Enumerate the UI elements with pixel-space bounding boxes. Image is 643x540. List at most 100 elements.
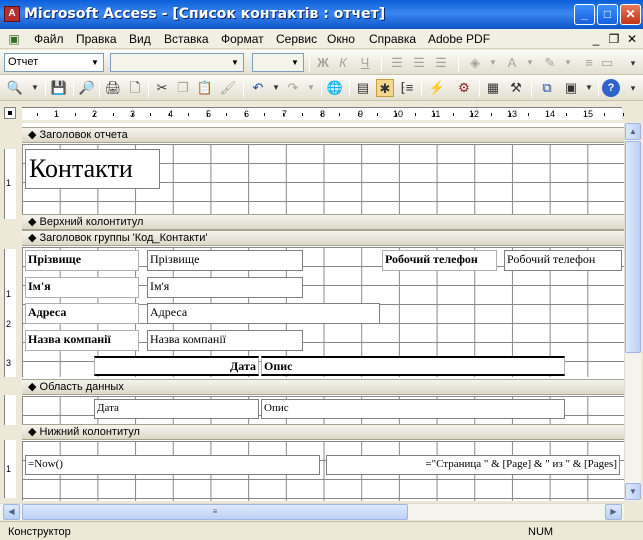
section-page-header[interactable]: ◆ Верхний колонтитул bbox=[22, 214, 624, 230]
chevron-down-icon[interactable]: ▼ bbox=[521, 54, 539, 72]
menu-window[interactable]: Окно bbox=[327, 32, 355, 46]
chevron-down-icon[interactable]: ▼ bbox=[559, 54, 577, 72]
menu-edit[interactable]: Правка bbox=[76, 32, 117, 46]
description-column-label[interactable]: Опис bbox=[261, 356, 565, 376]
chevron-down-icon[interactable]: ▼ bbox=[580, 79, 598, 97]
ruler-track[interactable]: 1 2 3 4 5 6 7 8 9 10 11 12 13 14 15 bbox=[22, 107, 624, 120]
address-field[interactable]: Адреса bbox=[147, 303, 380, 324]
chevron-down-icon[interactable]: ▼ bbox=[267, 79, 285, 97]
format-painter-icon[interactable]: 🖌 bbox=[219, 79, 237, 97]
phone-label[interactable]: Робочий телефон bbox=[382, 250, 497, 271]
scroll-up-icon[interactable]: ▲ bbox=[625, 123, 641, 140]
code-icon[interactable]: ⚙ bbox=[455, 79, 473, 97]
align-center-icon[interactable]: ☰ bbox=[410, 54, 428, 72]
line-color-icon[interactable]: ✎ bbox=[541, 54, 559, 72]
special-effect-icon[interactable]: ▭ bbox=[598, 54, 616, 72]
scroll-right-icon[interactable]: ▶ bbox=[605, 504, 622, 520]
underline-button[interactable]: Ч bbox=[356, 54, 374, 72]
search-icon[interactable]: 🔎 bbox=[78, 79, 96, 97]
toolbox-icon[interactable]: ✱ bbox=[376, 79, 394, 97]
toolbar-options-icon[interactable]: ▾ bbox=[624, 79, 642, 97]
name-field[interactable]: Ім'я bbox=[147, 277, 303, 298]
section-group-header[interactable]: ◆ Заголовок группы 'Код_Контакти' bbox=[22, 230, 624, 246]
autoformat-icon[interactable]: ⚡ bbox=[428, 79, 446, 97]
redo-icon[interactable]: ↷ bbox=[284, 79, 302, 97]
properties-icon[interactable]: ▦ bbox=[484, 79, 502, 97]
vertical-scrollbar[interactable]: ▲ ▼ bbox=[624, 123, 641, 501]
chevron-down-icon[interactable]: ▼ bbox=[88, 55, 102, 70]
new-object-icon[interactable]: ▣ bbox=[562, 79, 580, 97]
object-combo[interactable]: Отчет ▼ bbox=[4, 53, 104, 72]
close-button[interactable]: ✕ bbox=[620, 4, 641, 25]
font-color-icon[interactable]: A bbox=[503, 54, 521, 72]
hyperlink-icon[interactable]: 🌐 bbox=[326, 79, 344, 97]
menu-help[interactable]: Справка bbox=[369, 32, 416, 46]
build-icon[interactable]: ⚒ bbox=[507, 79, 525, 97]
horizontal-scroll-thumb[interactable]: ≡ bbox=[22, 504, 408, 520]
font-size-combo[interactable]: ▼ bbox=[252, 53, 304, 72]
address-label[interactable]: Адреса bbox=[25, 303, 139, 324]
menu-file[interactable]: Файл bbox=[34, 32, 64, 46]
chevron-down-icon[interactable]: ▼ bbox=[302, 79, 320, 97]
page-number-field[interactable]: ="Страница " & [Page] & " из " & [Pages] bbox=[326, 455, 620, 475]
menu-format[interactable]: Формат bbox=[221, 32, 264, 46]
view-icon[interactable]: 🔍 bbox=[6, 79, 24, 97]
section-page-footer[interactable]: ◆ Нижний колонтитул bbox=[22, 424, 624, 440]
chevron-down-icon[interactable]: ▼ bbox=[288, 55, 302, 70]
document-icon[interactable]: ▣ bbox=[6, 31, 22, 47]
fill-color-icon[interactable]: ◈ bbox=[466, 54, 484, 72]
chevron-down-icon[interactable]: ▼ bbox=[484, 54, 502, 72]
chevron-down-icon[interactable]: ▼ bbox=[26, 79, 44, 97]
doc-minimize-button[interactable]: _ bbox=[588, 31, 604, 47]
field-list-icon[interactable]: ▤ bbox=[354, 79, 372, 97]
description-field[interactable]: Опис bbox=[261, 399, 565, 419]
date-field[interactable]: Дата bbox=[94, 399, 259, 419]
database-window-icon[interactable]: ⧉ bbox=[538, 79, 556, 97]
vertical-scroll-thumb[interactable] bbox=[625, 141, 641, 353]
cut-icon[interactable]: ✂ bbox=[153, 79, 171, 97]
align-right-icon[interactable]: ☰ bbox=[432, 54, 450, 72]
sorting-grouping-icon[interactable]: ⁅≡ bbox=[398, 79, 416, 97]
menu-adobe-pdf[interactable]: Adobe PDF bbox=[428, 32, 490, 46]
print-icon[interactable]: 🖨 bbox=[104, 79, 122, 97]
doc-restore-button[interactable]: ❐ bbox=[606, 31, 622, 47]
surname-field[interactable]: Прізвище bbox=[147, 250, 303, 271]
phone-field[interactable]: Робочий телефон bbox=[504, 250, 622, 271]
save-icon[interactable]: 💾 bbox=[50, 79, 68, 97]
section-detail[interactable]: ◆ Область данных bbox=[22, 379, 624, 395]
surname-label[interactable]: Прізвище bbox=[25, 250, 139, 271]
chevron-down-icon[interactable]: ▼ bbox=[228, 55, 242, 70]
date-column-label[interactable]: Дата bbox=[94, 356, 259, 376]
italic-button[interactable]: К bbox=[334, 54, 352, 72]
company-field[interactable]: Назва компанії bbox=[147, 330, 303, 351]
font-combo[interactable]: ▼ bbox=[110, 53, 244, 72]
menu-insert[interactable]: Вставка bbox=[164, 32, 209, 46]
toolbar-options-icon[interactable]: ▾ bbox=[624, 54, 642, 72]
menu-tools[interactable]: Сервис bbox=[276, 32, 317, 46]
paste-icon[interactable]: 📋 bbox=[196, 79, 214, 97]
align-left-icon[interactable]: ☰ bbox=[388, 54, 406, 72]
report-design-surface[interactable]: ◆ Заголовок отчета Контакти ◆ Верхний ко… bbox=[22, 123, 624, 501]
vruler-detail[interactable] bbox=[4, 395, 16, 425]
name-label[interactable]: Ім'я bbox=[25, 277, 139, 298]
line-width-icon[interactable]: ≡ bbox=[580, 54, 598, 72]
menu-view[interactable]: Вид bbox=[129, 32, 151, 46]
bold-button[interactable]: Ж bbox=[314, 54, 332, 72]
horizontal-scrollbar[interactable]: ◀ ≡ ▶ bbox=[0, 503, 624, 520]
now-field[interactable]: =Now() bbox=[25, 455, 320, 475]
maximize-button[interactable]: □ bbox=[597, 4, 618, 25]
access-app-icon[interactable]: A bbox=[4, 6, 20, 22]
report-title-label[interactable]: Контакти bbox=[25, 149, 160, 189]
help-icon[interactable]: ? bbox=[602, 79, 620, 97]
copy-icon[interactable]: ❐ bbox=[174, 79, 192, 97]
doc-close-button[interactable]: ✕ bbox=[624, 31, 640, 47]
undo-icon[interactable]: ↶ bbox=[249, 79, 267, 97]
select-report-box[interactable] bbox=[4, 107, 16, 119]
minimize-button[interactable]: _ bbox=[574, 4, 595, 25]
scroll-down-icon[interactable]: ▼ bbox=[625, 483, 641, 500]
company-label[interactable]: Назва компанії bbox=[25, 330, 139, 351]
scroll-left-icon[interactable]: ◀ bbox=[3, 504, 20, 520]
print-preview-icon[interactable]: 🗋 bbox=[126, 79, 144, 97]
status-num-lock: NUM bbox=[528, 526, 554, 538]
section-report-header[interactable]: ◆ Заголовок отчета bbox=[22, 127, 624, 143]
